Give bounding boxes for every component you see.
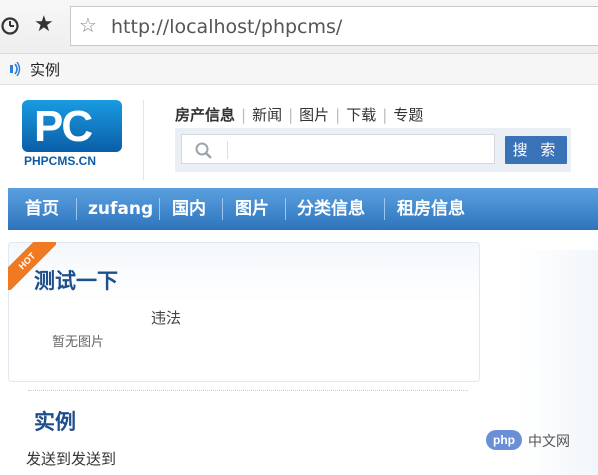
bookmark-star-icon[interactable]: ★ <box>34 14 54 36</box>
watermark-logo: php <box>486 430 522 450</box>
topnav-separator: | <box>288 106 294 124</box>
watermark: php 中文网 <box>478 428 598 454</box>
topnav-item-house[interactable]: 房产信息 <box>175 106 235 124</box>
topnav-item-news[interactable]: 新闻 <box>252 106 282 124</box>
history-icon[interactable] <box>0 16 20 36</box>
header-divider <box>143 100 144 180</box>
section-text: 发送到发送到 <box>26 450 117 468</box>
nav-separator <box>285 198 286 220</box>
main-nav: 首页 zufang 国内 图片 分类信息 租房信息 <box>8 188 598 230</box>
no-image-placeholder: 暂无图片 <box>52 335 105 350</box>
bookmarks-bar: 实例 <box>0 54 598 85</box>
search-input[interactable] <box>181 134 495 164</box>
nav-separator <box>222 198 223 220</box>
nav-separator <box>76 198 77 220</box>
nav-item-classifieds[interactable]: 分类信息 <box>297 188 365 230</box>
topnav-separator: | <box>335 106 341 124</box>
section-title[interactable]: 实例 <box>34 406 76 436</box>
topnav-item-download[interactable]: 下载 <box>346 106 376 124</box>
logo-letters: PC <box>34 102 93 151</box>
article-title[interactable]: 测试一下 <box>34 265 118 295</box>
article-summary: 违法 <box>151 309 182 327</box>
search-separator <box>227 141 228 159</box>
search-bar: 搜 索 <box>175 128 571 172</box>
topnav-separator: | <box>382 106 388 124</box>
nav-item-zufang[interactable]: zufang <box>88 188 153 230</box>
speaker-icon <box>10 62 21 76</box>
content-panel <box>8 242 480 382</box>
watermark-text: 中文网 <box>528 434 570 450</box>
nav-item-home[interactable]: 首页 <box>25 188 59 230</box>
browser-toolbar: ★ ☆ http://localhost/phpcms/ <box>0 0 598 54</box>
topnav-item-pictures[interactable]: 图片 <box>299 106 329 124</box>
top-category-nav: 房产信息 | 新闻 | 图片 | 下载 | 专题 <box>175 104 423 125</box>
topnav-item-topics[interactable]: 专题 <box>393 106 423 124</box>
search-button[interactable]: 搜 索 <box>505 136 567 164</box>
bookmark-item[interactable]: 实例 <box>30 59 60 80</box>
favorite-star-icon[interactable]: ☆ <box>79 15 97 35</box>
nav-separator <box>159 198 160 220</box>
logo-text: PHPCMS.CN <box>24 154 97 168</box>
nav-item-domestic[interactable]: 国内 <box>172 188 206 230</box>
url-text[interactable]: http://localhost/phpcms/ <box>111 16 342 38</box>
nav-item-rentals[interactable]: 租房信息 <box>397 188 465 230</box>
divider <box>28 390 468 391</box>
logo-mark: PC <box>22 100 122 152</box>
address-bar[interactable]: ☆ http://localhost/phpcms/ <box>70 6 598 46</box>
site-logo[interactable]: PC PHPCMS.CN <box>22 100 124 168</box>
search-icon <box>195 142 212 159</box>
nav-item-pictures[interactable]: 图片 <box>235 188 269 230</box>
nav-separator <box>384 198 385 220</box>
topnav-separator: | <box>241 106 247 124</box>
